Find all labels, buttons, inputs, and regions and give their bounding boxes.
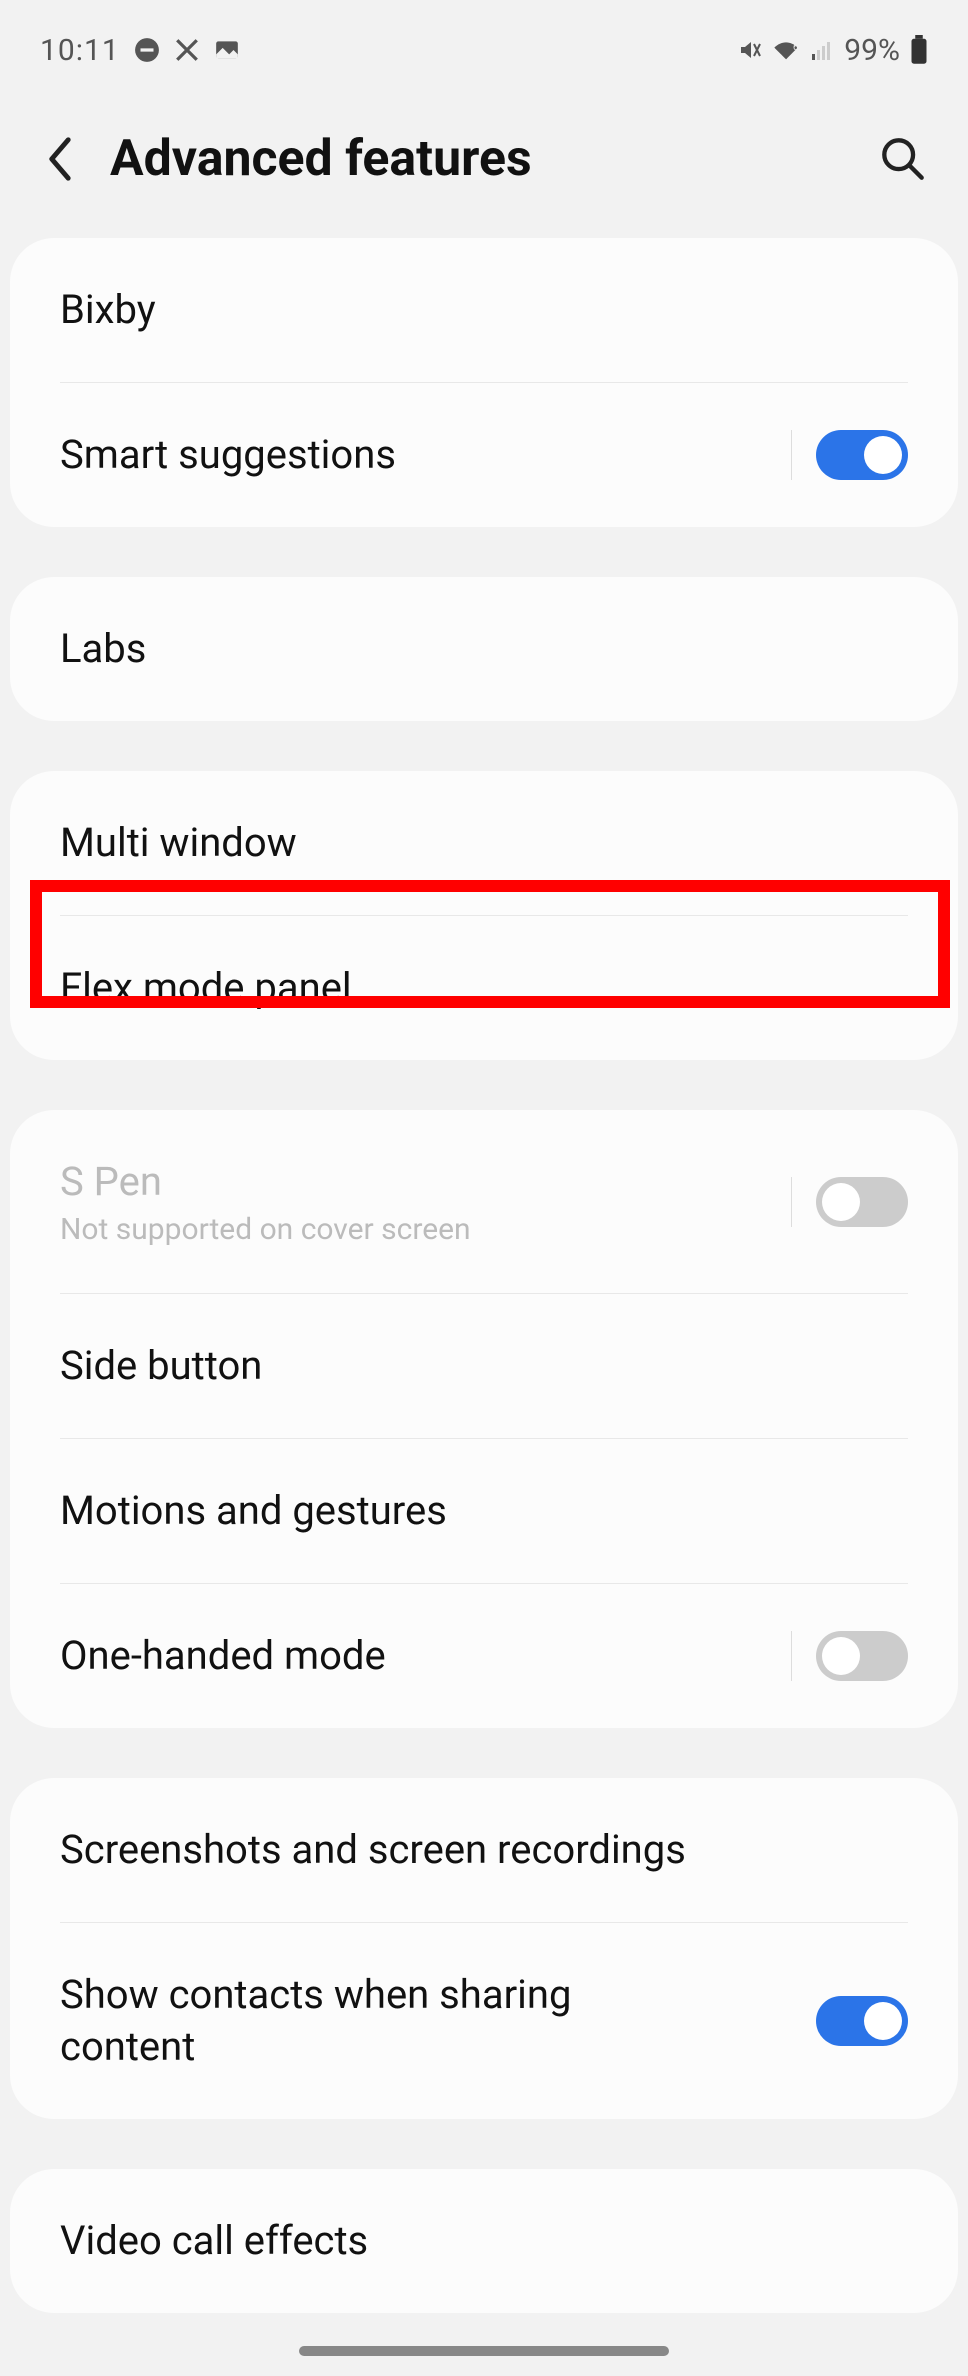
toggle-wrap [791,1631,908,1681]
page-header: Advanced features [0,90,968,238]
toggle-wrap [816,1996,908,2046]
settings-item-one-handed-mode[interactable]: One-handed mode [10,1584,958,1728]
toggle-wrap [791,1177,908,1227]
toggle-one-handed-mode[interactable] [816,1631,908,1681]
item-label: Show contacts when sharing content [60,1969,680,2073]
search-icon [880,136,926,182]
status-right: 6 99% [738,33,928,68]
item-label: Video call effects [60,2215,908,2267]
toggle-s-pen[interactable] [816,1177,908,1227]
status-left: 10:11 [40,33,240,68]
settings-item-s-pen[interactable]: S Pen Not supported on cover screen [10,1110,958,1293]
search-button[interactable] [878,134,928,184]
x-app-icon [174,37,200,63]
battery-percentage: 99% [844,33,900,68]
item-label: S Pen [60,1156,791,1208]
signal-icon [810,38,834,62]
item-label: Screenshots and screen recordings [60,1824,908,1876]
settings-group: Screenshots and screen recordings Show c… [10,1778,958,2119]
settings-group: S Pen Not supported on cover screen Side… [10,1110,958,1728]
settings-group: Multi window Flex mode panel [10,771,958,1060]
item-label: Smart suggestions [60,429,791,481]
item-sublabel: Not supported on cover screen [60,1212,791,1247]
item-label: Bixby [60,284,908,336]
svg-text:6: 6 [793,42,798,53]
chevron-left-icon [46,137,74,181]
back-button[interactable] [40,139,80,179]
settings-item-side-button[interactable]: Side button [10,1294,958,1438]
settings-item-bixby[interactable]: Bixby [10,238,958,382]
settings-item-show-contacts[interactable]: Show contacts when sharing content [10,1923,958,2119]
dnd-icon [134,37,160,63]
settings-item-flex-mode-panel[interactable]: Flex mode panel [10,916,958,1060]
item-label: Multi window [60,817,908,869]
item-label: Flex mode panel [60,962,908,1014]
settings-item-motions-gestures[interactable]: Motions and gestures [10,1439,958,1583]
settings-item-video-call-effects[interactable]: Video call effects [10,2169,958,2313]
wifi-icon: 6 [772,38,800,62]
toggle-show-contacts[interactable] [816,1996,908,2046]
item-label: One-handed mode [60,1630,791,1682]
page-title: Advanced features [110,130,848,188]
toggle-divider [791,1631,792,1681]
image-icon [214,37,240,63]
settings-item-smart-suggestions[interactable]: Smart suggestions [10,383,958,527]
settings-item-labs[interactable]: Labs [10,577,958,721]
toggle-wrap [791,430,908,480]
battery-icon [910,35,928,65]
toggle-divider [791,1177,792,1227]
settings-item-screenshots[interactable]: Screenshots and screen recordings [10,1778,958,1922]
item-label: Side button [60,1340,908,1392]
toggle-divider [791,430,792,480]
settings-group: Bixby Smart suggestions [10,238,958,527]
settings-group: Video call effects [10,2169,958,2313]
gesture-bar[interactable] [299,2346,669,2356]
settings-group: Labs [10,577,958,721]
toggle-smart-suggestions[interactable] [816,430,908,480]
item-label: Labs [60,623,908,675]
status-time: 10:11 [40,33,120,68]
mute-icon [738,38,762,62]
item-label: Motions and gestures [60,1485,908,1537]
settings-item-multi-window[interactable]: Multi window [10,771,958,915]
status-bar: 10:11 6 99% [0,0,968,90]
